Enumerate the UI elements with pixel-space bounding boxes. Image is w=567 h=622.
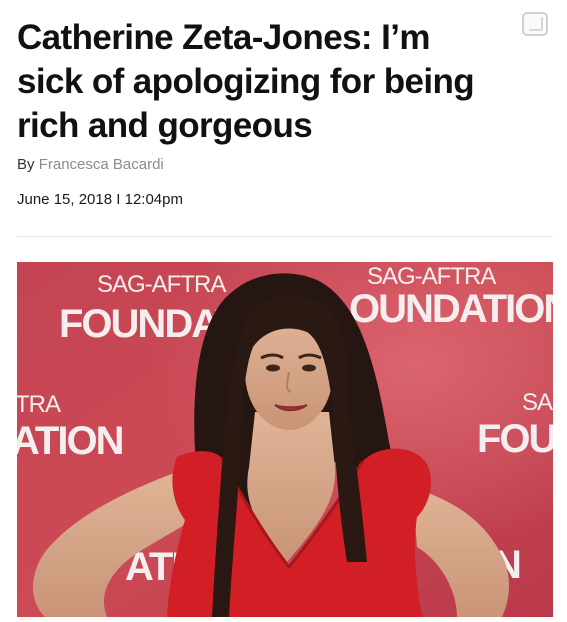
backdrop-text: FOUN bbox=[477, 417, 553, 461]
byline: By Francesca Bacardi bbox=[17, 156, 164, 173]
article: Catherine Zeta-Jones: I’m sick of apolog… bbox=[0, 0, 567, 622]
headline-line: rich and gorgeous bbox=[17, 106, 313, 145]
author-name[interactable]: Francesca Bacardi bbox=[39, 156, 164, 173]
publish-date: June 15, 2018 I 12:04pm bbox=[17, 191, 183, 208]
backdrop-text: SAG bbox=[522, 389, 553, 416]
backdrop-text: SAG-AFTRA bbox=[97, 271, 226, 298]
left-eye bbox=[266, 364, 280, 372]
headline-line: Catherine Zeta-Jones: I’m bbox=[17, 18, 430, 57]
backdrop-text: ATION bbox=[17, 419, 123, 463]
date-separator: I bbox=[116, 191, 121, 208]
right-eye bbox=[302, 364, 316, 372]
backdrop-text: TRA bbox=[17, 391, 61, 418]
byline-prefix: By bbox=[17, 156, 35, 173]
time-text: 12:04pm bbox=[124, 191, 183, 208]
divider bbox=[17, 236, 553, 237]
headline-line: sick of apologizing for being bbox=[17, 62, 475, 101]
article-photo[interactable]: SAG-AFTRA FOUNDATION SAG-AFTRA OUNDATION… bbox=[17, 262, 553, 617]
date-text: June 15, 2018 bbox=[17, 191, 113, 208]
bookmark-icon[interactable] bbox=[522, 12, 548, 36]
headline[interactable]: Catherine Zeta-Jones: I’m sick of apolog… bbox=[17, 16, 537, 148]
backdrop-text: OUNDATION bbox=[349, 287, 553, 331]
photo-illustration: SAG-AFTRA FOUNDATION SAG-AFTRA OUNDATION… bbox=[17, 262, 553, 617]
backdrop-text: SAG-AFTRA bbox=[367, 263, 496, 290]
